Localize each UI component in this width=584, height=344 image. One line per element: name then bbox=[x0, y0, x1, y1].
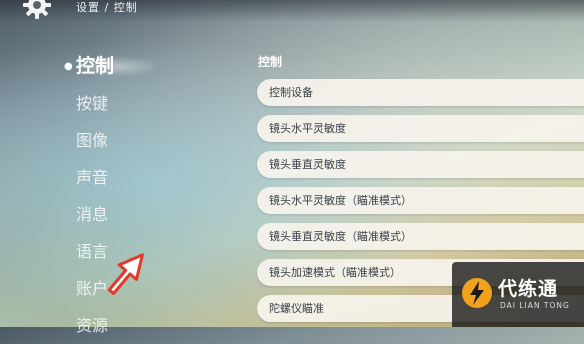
lightning-logo-icon bbox=[462, 278, 492, 308]
watermark-badge: 代练通 DAI LIAN TONG bbox=[452, 262, 584, 327]
sidebar-item-label: 控制 bbox=[76, 55, 115, 77]
sidebar-item-graphics[interactable]: 图像 bbox=[60, 122, 180, 159]
top-bar: 设置 / 控制 bbox=[0, 0, 584, 22]
section-title: 控制 bbox=[258, 55, 283, 69]
sidebar-item-label: 资源 bbox=[76, 316, 109, 335]
setting-row-control-device[interactable]: 控制设备 bbox=[257, 79, 584, 106]
sidebar-item-keys[interactable]: 按键 bbox=[60, 85, 180, 122]
sidebar-item-label: 声音 bbox=[76, 168, 109, 187]
sidebar-item-messages[interactable]: 消息 bbox=[60, 196, 180, 233]
pointer-arrow-annotation bbox=[107, 253, 144, 296]
sidebar-item-resources[interactable]: 资源 bbox=[60, 307, 180, 344]
watermark-title: 代练通 bbox=[498, 278, 559, 300]
sidebar-item-label: 图像 bbox=[76, 131, 109, 150]
gear-icon[interactable] bbox=[22, 0, 52, 20]
breadcrumb: 设置 / 控制 bbox=[76, 1, 138, 14]
watermark-subtitle: DAI LIAN TONG bbox=[500, 301, 570, 310]
sidebar-item-sound[interactable]: 声音 bbox=[60, 159, 180, 196]
setting-row-aim-horizontal-sensitivity[interactable]: 镜头水平灵敏度（瞄准模式） bbox=[257, 187, 584, 214]
sidebar-item-control[interactable]: ● 控制 bbox=[60, 48, 180, 85]
active-indicator-dot: ● bbox=[64, 61, 73, 72]
sidebar-item-label: 按键 bbox=[76, 94, 109, 113]
sidebar-item-label: 消息 bbox=[76, 205, 109, 224]
setting-row-aim-vertical-sensitivity[interactable]: 镜头垂直灵敏度（瞄准模式） bbox=[257, 223, 584, 250]
setting-row-camera-horizontal-sensitivity[interactable]: 镜头水平灵敏度 bbox=[257, 115, 584, 142]
setting-row-camera-vertical-sensitivity[interactable]: 镜头垂直灵敏度 bbox=[257, 151, 584, 178]
